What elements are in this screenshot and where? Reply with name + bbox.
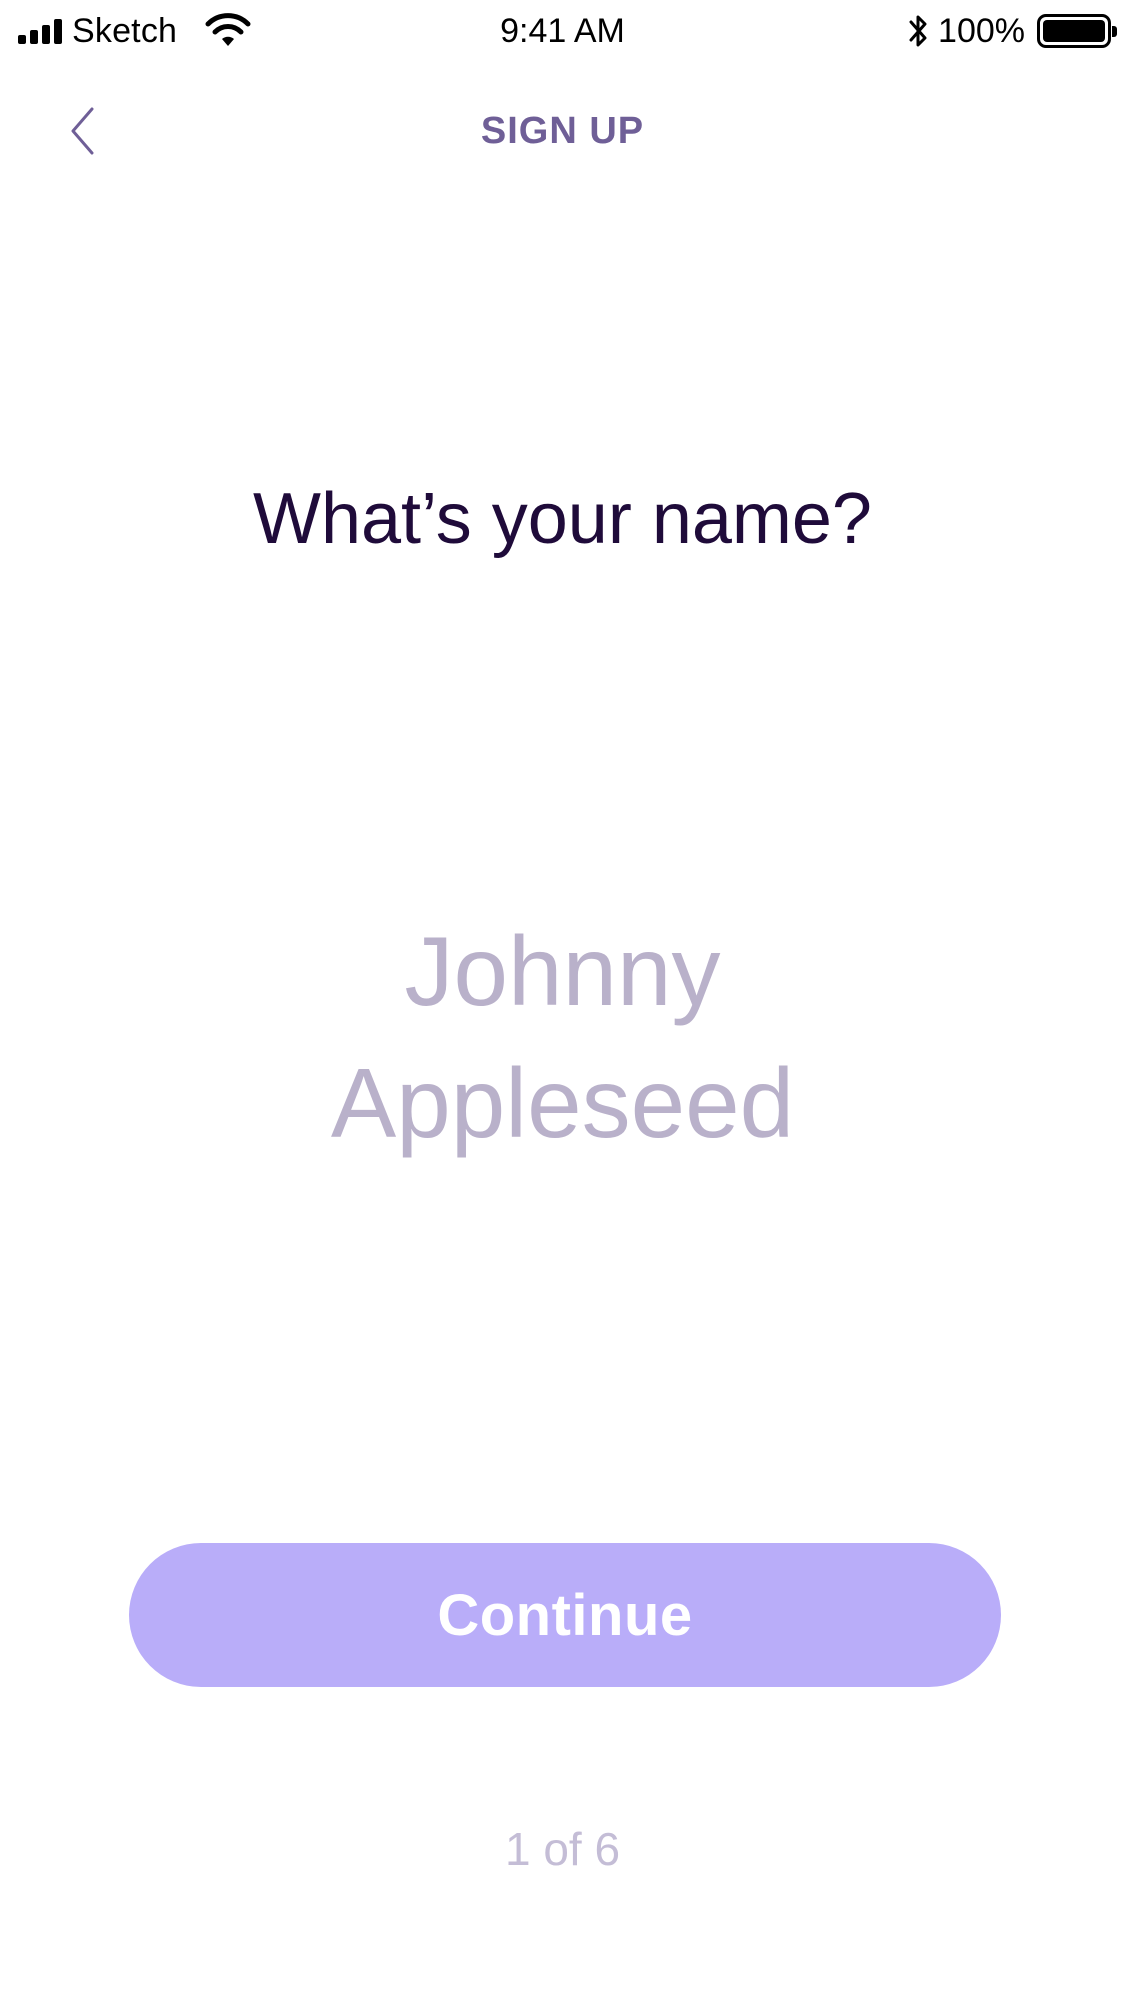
status-bar: Sketch 9:41 AM 100% — [0, 0, 1125, 62]
name-input-line-1: Johnny — [404, 916, 721, 1026]
status-bar-right: 100% — [906, 8, 1117, 54]
name-input[interactable]: Johnny Appleseed — [240, 905, 885, 1169]
battery-tip — [1112, 26, 1117, 37]
battery-percent: 100% — [938, 11, 1025, 50]
battery-fill — [1043, 20, 1105, 42]
page-title: SIGN UP — [480, 110, 645, 152]
battery-icon — [1037, 14, 1117, 48]
progress-indicator: 1 of 6 — [504, 1823, 621, 1875]
question-heading: What’s your name? — [253, 479, 872, 559]
name-input-line-2: Appleseed — [330, 1048, 795, 1158]
bluetooth-icon — [909, 15, 927, 47]
continue-button[interactable]: Continue — [129, 1543, 1001, 1687]
